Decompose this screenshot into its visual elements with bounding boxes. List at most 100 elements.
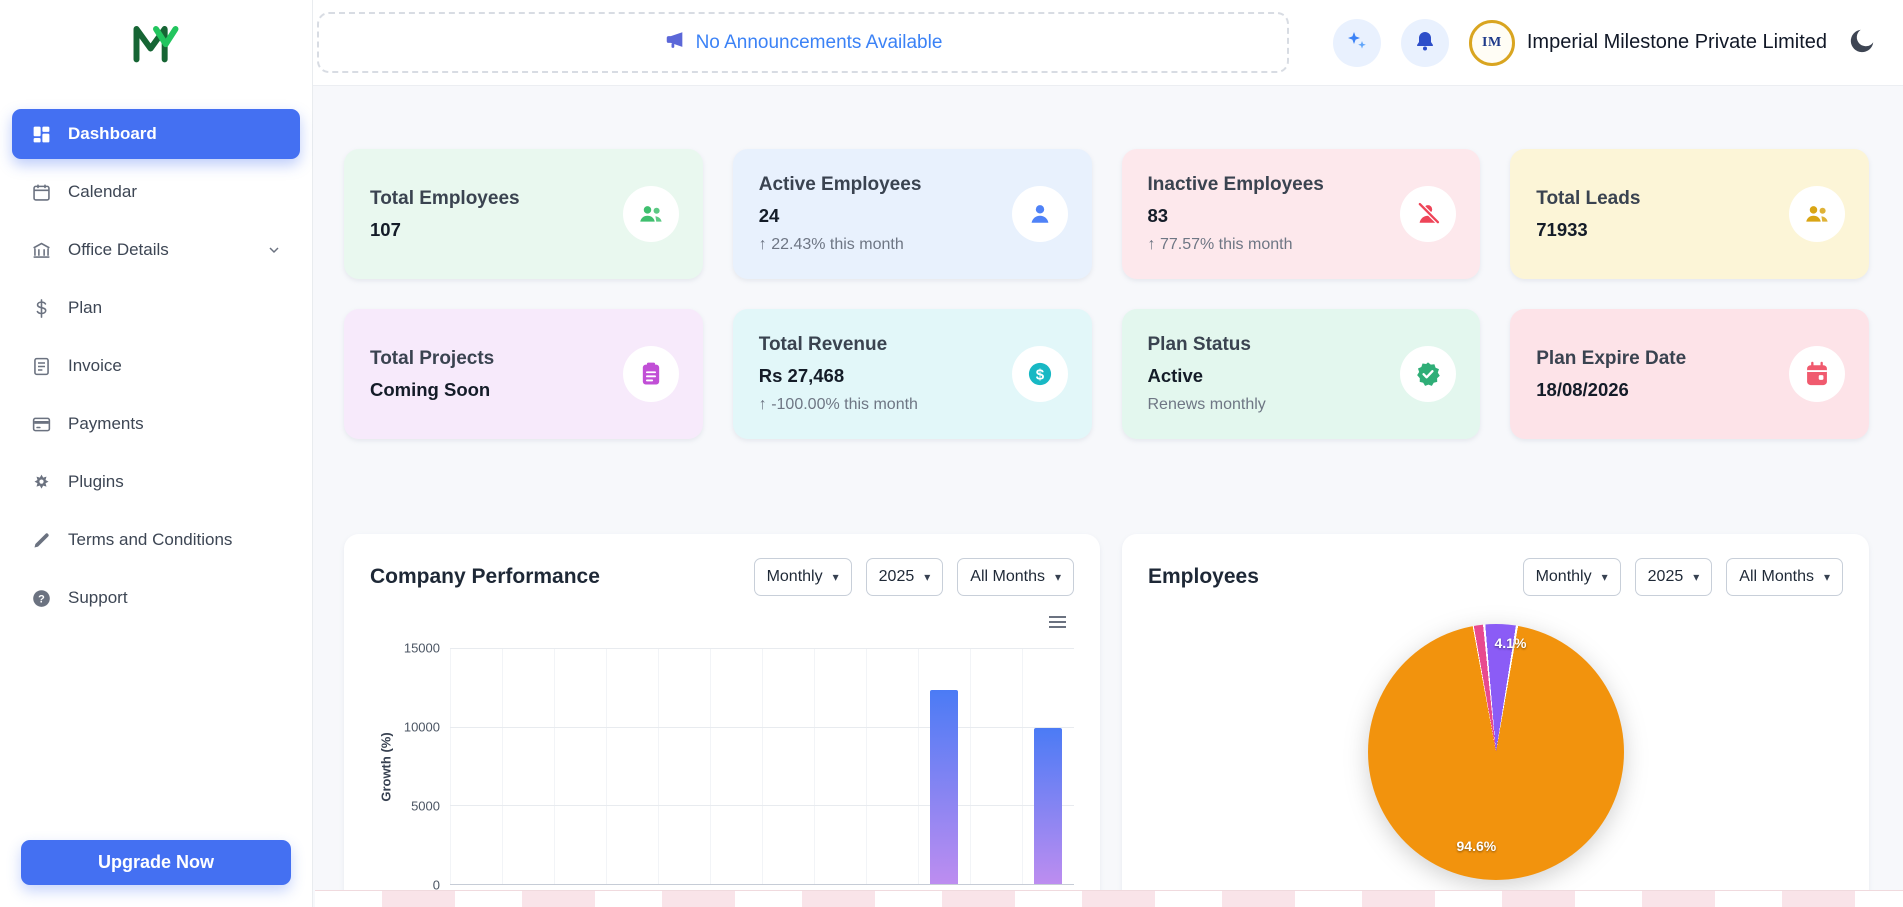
users-icon: [1789, 186, 1845, 242]
topbar-actions: IM Imperial Milestone Private Limited: [1333, 19, 1877, 67]
main-area: No Announcements Available IM: [313, 0, 1903, 907]
frequency-select[interactable]: Monthly ▾: [754, 558, 852, 596]
megaphone-icon: [664, 29, 686, 56]
charts-row: Company Performance Monthly ▾ 2025 ▾: [344, 534, 1869, 907]
chevron-down-icon: [266, 242, 282, 258]
company-avatar: IM: [1469, 20, 1515, 66]
sidebar-item-label: Dashboard: [68, 124, 157, 144]
bar-Oct: [930, 690, 958, 884]
sidebar-item-label: Calendar: [68, 182, 137, 202]
sidebar-item-label: Terms and Conditions: [68, 530, 232, 550]
card-subtitle: ↑ 77.57% this month: [1148, 236, 1455, 254]
chart-header: Employees Monthly ▾ 2025 ▾ All M: [1148, 558, 1843, 596]
sidebar-item-plan[interactable]: Plan: [12, 283, 300, 333]
month-select[interactable]: All Months ▾: [1726, 558, 1843, 596]
sidebar-item-label: Payments: [68, 414, 144, 434]
app: Dashboard Calendar Office Details: [0, 0, 1903, 907]
office-building-icon: [30, 239, 52, 261]
clipboard-icon: [623, 346, 679, 402]
stat-card-total-projects: Total Projects Coming Soon: [344, 309, 703, 439]
select-value: Monthly: [1536, 568, 1592, 586]
notifications-button[interactable]: [1401, 19, 1449, 67]
stat-card-total-revenue: Total Revenue Rs 27,468 ↑ -100.00% this …: [733, 309, 1092, 439]
sidebar-item-label: Plan: [68, 298, 102, 318]
gridline: [450, 805, 1074, 806]
year-select[interactable]: 2025 ▾: [866, 558, 944, 596]
chart-title: Employees: [1148, 565, 1259, 589]
dashboard-icon: [30, 123, 52, 145]
chart-filters: Monthly ▾ 2025 ▾ All Months ▾: [754, 558, 1074, 596]
month-select[interactable]: All Months ▾: [957, 558, 1074, 596]
sidebar-item-label: Plugins: [68, 472, 124, 492]
sidebar-item-payments[interactable]: Payments: [12, 399, 300, 449]
stat-cards: Total Employees 107 Active Employees 24 …: [344, 149, 1869, 439]
bar-chart-plot[interactable]: [450, 648, 1074, 885]
sidebar-item-calendar[interactable]: Calendar: [12, 167, 300, 217]
company-performance-card: Company Performance Monthly ▾ 2025 ▾: [344, 534, 1100, 907]
svg-text:$: $: [1035, 366, 1044, 383]
sidebar-item-label: Invoice: [68, 356, 122, 376]
gridline: [450, 727, 1074, 728]
select-value: Monthly: [767, 568, 823, 586]
plugins-gear-icon: [30, 471, 52, 493]
y-tick: 5000: [411, 799, 440, 814]
chart-filters: Monthly ▾ 2025 ▾ All Months ▾: [1523, 558, 1843, 596]
sidebar-item-office-details[interactable]: Office Details: [12, 225, 300, 275]
sidebar-item-terms[interactable]: Terms and Conditions: [12, 515, 300, 565]
dark-mode-toggle[interactable]: [1847, 26, 1877, 59]
card-subtitle: ↑ -100.00% this month: [759, 396, 1066, 414]
profile-menu[interactable]: IM Imperial Milestone Private Limited: [1469, 20, 1827, 66]
bar-chart: Growth (%) 15000 10000 5000 0: [370, 648, 1074, 885]
stat-card-total-leads: Total Leads 71933: [1510, 149, 1869, 279]
pie-chart-area: 4.1% 94.6%: [1368, 624, 1624, 880]
bar-Dec: [1034, 728, 1062, 884]
frequency-select[interactable]: Monthly ▾: [1523, 558, 1621, 596]
sidebar-nav: Dashboard Calendar Office Details: [0, 88, 312, 840]
dashboard-content: Total Employees 107 Active Employees 24 …: [313, 86, 1903, 907]
chart-toolbar: [370, 616, 1066, 630]
y-tick: 10000: [404, 719, 440, 734]
card-subtitle: Renews monthly: [1148, 396, 1455, 414]
moon-icon: [1847, 26, 1877, 59]
stat-card-inactive-employees: Inactive Employees 83 ↑ 77.57% this mont…: [1122, 149, 1481, 279]
company-name: Imperial Milestone Private Limited: [1527, 31, 1827, 54]
stat-card-active-employees: Active Employees 24 ↑ 22.43% this month: [733, 149, 1092, 279]
brand-monogram-icon: [130, 20, 182, 69]
chevron-down-icon: ▾: [1824, 570, 1830, 584]
chart-title: Company Performance: [370, 565, 600, 589]
invoice-icon: [30, 355, 52, 377]
sparkle-theme-button[interactable]: [1333, 19, 1381, 67]
chevron-down-icon: ▾: [833, 570, 839, 584]
chart-menu-icon[interactable]: [1049, 616, 1066, 628]
topbar: No Announcements Available IM: [313, 0, 1903, 86]
upgrade-button[interactable]: Upgrade Now: [21, 840, 291, 885]
sidebar-item-dashboard[interactable]: Dashboard: [12, 109, 300, 159]
year-select[interactable]: 2025 ▾: [1635, 558, 1713, 596]
sidebar-item-support[interactable]: ? Support: [12, 573, 300, 623]
chart-header: Company Performance Monthly ▾ 2025 ▾: [370, 558, 1074, 596]
sparkle-icon: [1345, 29, 1369, 56]
pen-icon: [30, 529, 52, 551]
select-value: All Months: [1739, 568, 1814, 586]
y-tick: 15000: [404, 641, 440, 656]
dollar-circle-icon: $: [1012, 346, 1068, 402]
select-value: 2025: [879, 568, 915, 586]
select-value: 2025: [1648, 568, 1684, 586]
pie-slice-label: 4.1%: [1495, 635, 1527, 651]
user-icon: [1012, 186, 1068, 242]
y-axis-title: Growth (%): [379, 732, 394, 801]
card-subtitle: ↑ 22.43% this month: [759, 236, 1066, 254]
dollar-icon: [30, 297, 52, 319]
logo[interactable]: [0, 0, 312, 88]
announcement-text: No Announcements Available: [696, 32, 943, 54]
sidebar-item-plugins[interactable]: Plugins: [12, 457, 300, 507]
sidebar-item-invoice[interactable]: Invoice: [12, 341, 300, 391]
help-circle-icon: ?: [30, 587, 52, 609]
chevron-down-icon: ▾: [1602, 570, 1608, 584]
pie-slice-label: 94.6%: [1457, 838, 1497, 854]
partial-bottom-row: [315, 890, 1903, 907]
user-slash-icon: [1400, 186, 1456, 242]
sidebar-item-label: Office Details: [68, 240, 169, 260]
stat-card-plan-status: Plan Status Active Renews monthly: [1122, 309, 1481, 439]
stat-card-plan-expire-date: Plan Expire Date 18/08/2026: [1510, 309, 1869, 439]
